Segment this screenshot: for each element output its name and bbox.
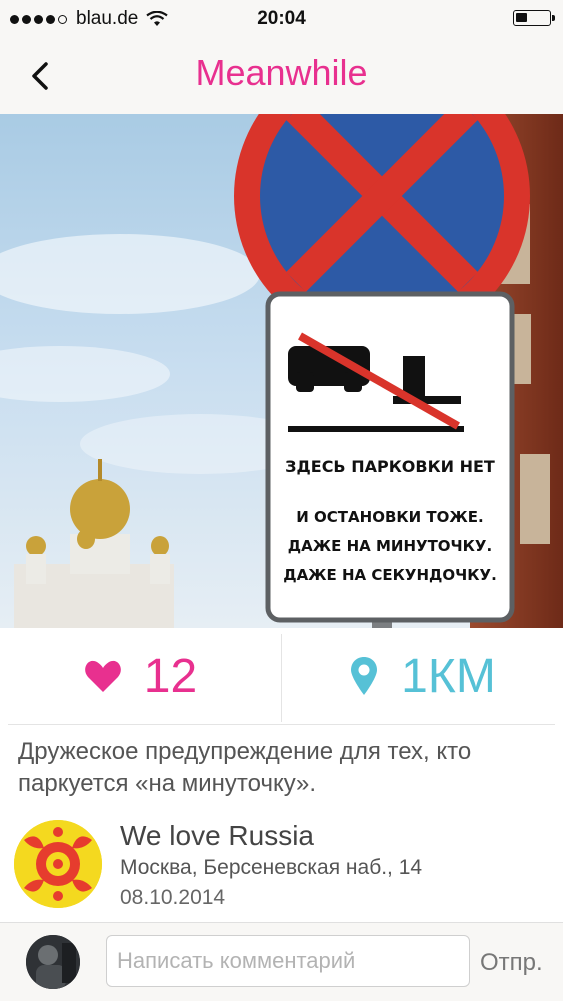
heart-icon bbox=[84, 660, 121, 692]
status-bar: blau.de 20:04 bbox=[0, 0, 563, 38]
comment-input[interactable] bbox=[106, 935, 470, 987]
nav-bar: Meanwhile bbox=[0, 38, 563, 114]
distance-value: 1КМ bbox=[401, 649, 496, 703]
post-photo[interactable]: ЗДЕСЬ ПАРКОВКИ НЕТ И ОСТАНОВКИ ТОЖЕ. ДАЖ… bbox=[0, 114, 563, 628]
likes-count: 12 bbox=[143, 649, 198, 703]
author-block[interactable]: We love Russia Москва, Берсеневская наб.… bbox=[0, 814, 563, 918]
send-button[interactable]: Отпр. bbox=[480, 949, 543, 977]
post-date: 08.10.2014 bbox=[120, 886, 226, 909]
sign-line-3: ДАЖЕ НА МИНУТОЧКУ. bbox=[288, 537, 492, 555]
sign-line-4: ДАЖЕ НА СЕКУНДОЧКУ. bbox=[283, 566, 497, 584]
status-time: 20:04 bbox=[257, 8, 306, 29]
like-button[interactable]: 12 bbox=[0, 628, 281, 724]
map-pin-icon bbox=[351, 657, 378, 695]
sign-line-1: ЗДЕСЬ ПАРКОВКИ НЕТ bbox=[285, 457, 495, 476]
comment-composer: Отпр. bbox=[0, 922, 563, 1001]
post-photo-image: ЗДЕСЬ ПАРКОВКИ НЕТ И ОСТАНОВКИ ТОЖЕ. ДАЖ… bbox=[0, 114, 563, 628]
divider bbox=[8, 724, 555, 725]
current-user-avatar bbox=[26, 935, 80, 989]
page-title: Meanwhile bbox=[195, 52, 368, 93]
battery-icon bbox=[513, 10, 555, 26]
post-stats: 12 1КМ bbox=[0, 628, 563, 724]
author-avatar[interactable] bbox=[14, 820, 102, 908]
author-address: Москва, Берсеневская наб., 14 bbox=[120, 856, 423, 879]
sign-line-2: И ОСТАНОВКИ ТОЖЕ. bbox=[296, 508, 483, 526]
distance-stat: 1КМ bbox=[282, 628, 563, 724]
author-name[interactable]: We love Russia bbox=[120, 820, 314, 852]
post-description: Дружеское предупреждение для тех, кто па… bbox=[18, 738, 472, 797]
